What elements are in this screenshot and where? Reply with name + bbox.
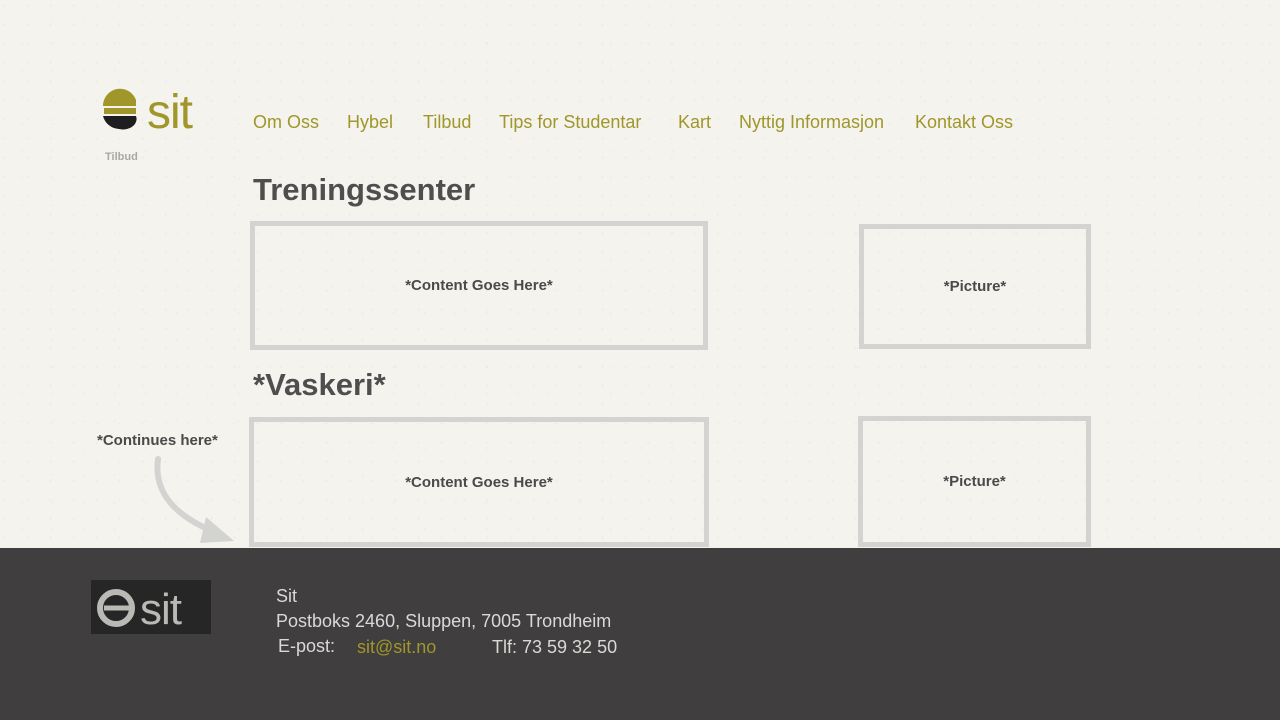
nav-item-tips-for-studentar[interactable]: Tips for Studentar bbox=[499, 112, 641, 133]
content-box-vaskeri: *Content Goes Here* bbox=[249, 417, 709, 547]
continues-note: *Continues here* bbox=[97, 432, 218, 449]
nav-item-hybel[interactable]: Hybel bbox=[347, 112, 393, 133]
content-placeholder: *Content Goes Here* bbox=[405, 277, 553, 294]
picture-box-treningssenter: *Picture* bbox=[859, 224, 1091, 349]
sit-logo-mark-icon bbox=[102, 88, 137, 130]
footer-email-label: E-post: bbox=[278, 636, 336, 656]
picture-placeholder: *Picture* bbox=[943, 473, 1006, 490]
footer-org-name: Sit bbox=[276, 586, 298, 606]
nav-item-om-oss[interactable]: Om Oss bbox=[253, 112, 319, 133]
footer-email-link[interactable]: sit@sit.no bbox=[357, 637, 436, 658]
nav-item-nyttig-informasjon[interactable]: Nyttig Informasjon bbox=[739, 112, 884, 133]
picture-box-vaskeri: *Picture* bbox=[858, 416, 1091, 547]
picture-placeholder: *Picture* bbox=[943, 278, 1007, 295]
logo-text: sit bbox=[147, 88, 193, 134]
breadcrumb: Tilbud bbox=[105, 151, 138, 163]
content-placeholder: *Content Goes Here* bbox=[405, 473, 553, 491]
content-box-treningssenter: *Content Goes Here* bbox=[250, 221, 708, 350]
footer-logo-text: sit bbox=[140, 585, 182, 630]
footer-phone: Tlf: 73 59 32 50 bbox=[492, 637, 618, 657]
nav-item-kontakt-oss[interactable]: Kontakt Oss bbox=[915, 112, 1013, 133]
footer-logo[interactable]: sit bbox=[91, 580, 211, 634]
footer: sit Sit Postboks 2460, Sluppen, 7005 Tro… bbox=[0, 548, 1280, 720]
section-title-treningssenter: Treningssenter bbox=[253, 172, 476, 207]
sit-logo[interactable]: sit bbox=[100, 88, 210, 134]
nav-item-tilbud[interactable]: Tilbud bbox=[423, 112, 471, 133]
nav-item-kart[interactable]: Kart bbox=[678, 112, 711, 133]
footer-address: Postboks 2460, Sluppen, 7005 Trondheim bbox=[276, 611, 612, 631]
sit-logo-mark-icon: sit bbox=[97, 585, 183, 630]
curved-arrow-icon bbox=[154, 456, 234, 543]
section-title-vaskeri: *Vaskeri* bbox=[253, 367, 386, 402]
